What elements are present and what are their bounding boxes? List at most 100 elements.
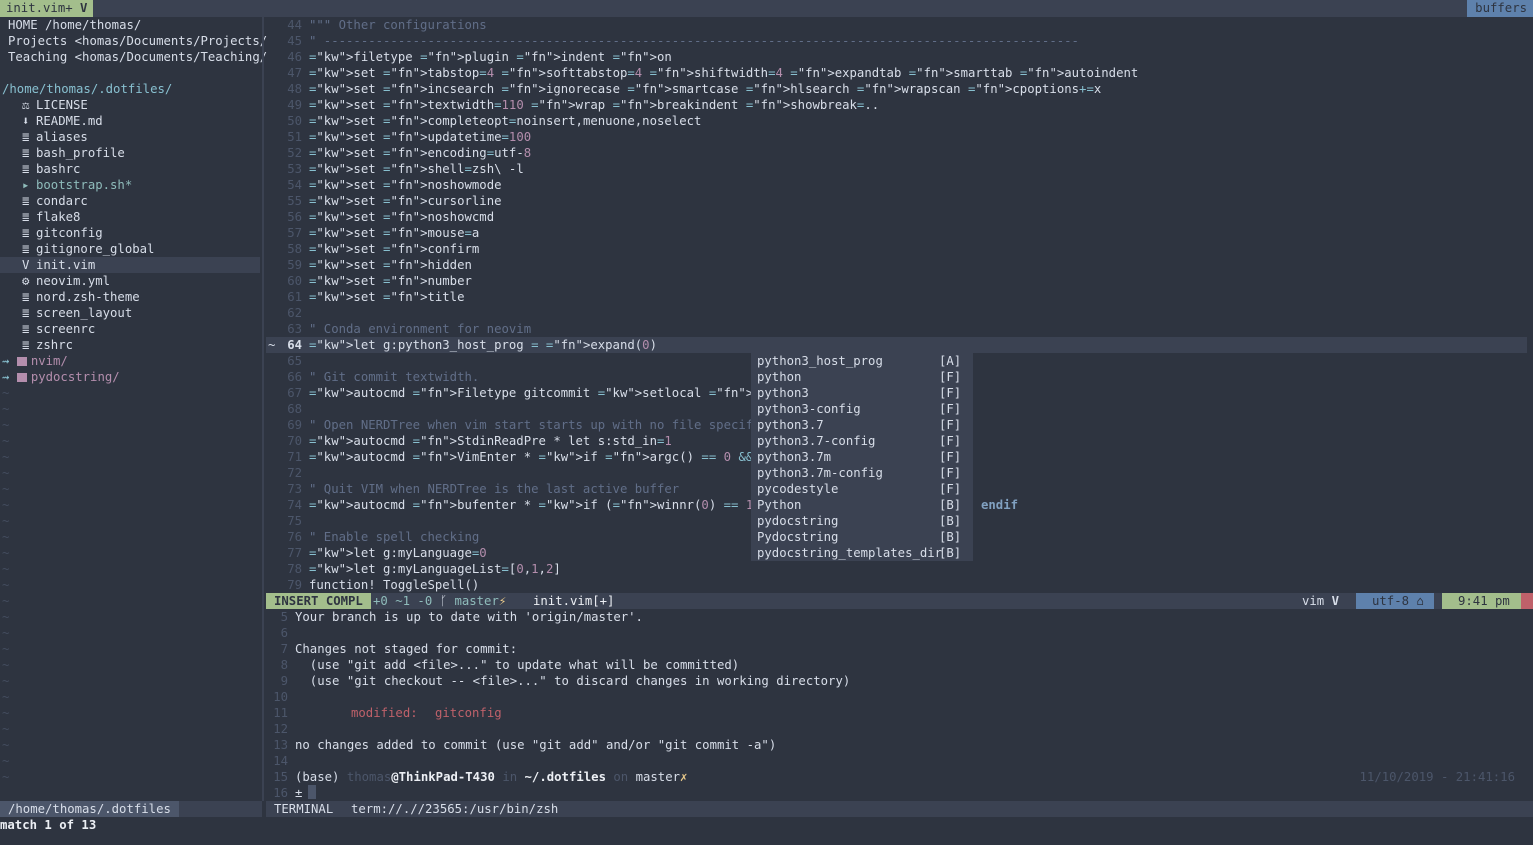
code-line[interactable]: 44 """ Other configurations [266, 17, 1527, 33]
tree-file[interactable]: ≣ bashrc [0, 161, 260, 177]
code-line[interactable]: 61 ="kw">set ="fn">title [266, 289, 1527, 305]
line-number: 71 [287, 450, 302, 464]
terminal-line: 15 (base) thomas@ThinkPad-T430 in ~/.dotf… [266, 769, 1527, 785]
code-line[interactable]: 58 ="kw">set ="fn">confirm [266, 241, 1527, 257]
completion-item[interactable]: python3_host_prog [A] [751, 353, 973, 369]
tree-file[interactable]: ≣ nord.zsh-theme [0, 289, 260, 305]
tree-dir[interactable]: ⇝ pydocstring/ [2, 369, 120, 385]
completion-item[interactable]: pydocstring_templates_dir [B] [751, 545, 973, 561]
code-line[interactable]: 50 ="kw">set ="fn">completeopt=noinsert,m… [266, 113, 1527, 129]
completion-item[interactable]: python3 [F] [751, 385, 973, 401]
code-line[interactable]: 49 ="kw">set ="fn">textwidth=110 ="fn">wr… [266, 97, 1527, 113]
completion-item[interactable]: python [F] [751, 369, 973, 385]
prompt-user: thomas [346, 770, 392, 784]
line-number: 51 [287, 130, 302, 144]
completion-item[interactable]: python3-config [F] [751, 401, 973, 417]
tree-file[interactable]: Vinit.vim [0, 257, 260, 273]
terminal-text: (use "git add <file>..." to update what … [295, 658, 740, 672]
bookmark-item[interactable]: HOME /home/thomas/ [8, 17, 141, 33]
completion-item[interactable]: python3.7-config [F] [751, 433, 973, 449]
completion-item[interactable]: Pydocstring [B] [751, 529, 973, 545]
terminal-path: term://.//23565:/usr/bin/zsh [351, 802, 559, 816]
tree-file[interactable]: ≣ flake8 [0, 209, 260, 225]
code-text: ="kw">set ="fn">incsearch ="fn">ignoreca… [309, 82, 1102, 96]
tree-file[interactable]: ≣ aliases [0, 129, 260, 145]
code-line[interactable]: 51 ="kw">set ="fn">updatetime=100 [266, 129, 1527, 145]
terminal-text: Changes not staged for commit: [295, 642, 518, 656]
line-number: 74 [287, 498, 302, 512]
code-line[interactable]: 63 " Conda environment for neovim [266, 321, 1527, 337]
bookmark-name: Teaching [8, 50, 68, 64]
completion-word: python [757, 370, 802, 384]
completion-kind: [A] [939, 354, 962, 368]
code-line[interactable]: 52 ="kw">set ="fn">encoding=utf-8 [266, 145, 1527, 161]
completion-kind: [F] [939, 450, 962, 464]
empty-line-tilde: ~ [2, 466, 10, 480]
code-line[interactable]: 47 ="kw">set ="fn">tabstop=4 ="fn">softta… [266, 65, 1527, 81]
code-line[interactable]: 53 ="kw">set ="fn">shell=zsh\ -l [266, 161, 1527, 177]
tree-root[interactable]: /home/thomas/.dotfiles/ [2, 81, 172, 97]
completion-item[interactable]: python3.7m [F] [751, 449, 973, 465]
buffers-label[interactable]: buffers [1467, 0, 1533, 17]
tree-file[interactable]: ▸ bootstrap.sh* [0, 177, 260, 193]
line-number: 61 [287, 290, 302, 304]
code-line[interactable]: 79 function! ToggleSpell() [266, 577, 1527, 593]
tree-file[interactable]: ≣ screen_layout [0, 305, 260, 321]
terminal-pane[interactable]: 5 Your branch is up to date with 'origin/… [266, 609, 1533, 801]
line-number: 47 [287, 66, 302, 80]
code-line[interactable]: 48 ="kw">set ="fn">incsearch ="fn">ignore… [266, 81, 1527, 97]
code-line[interactable]: 55 ="kw">set ="fn">cursorline [266, 193, 1527, 209]
terminal-statusline: TERMINAL term://.//23565:/usr/bin/zsh [266, 801, 1533, 817]
cmdline-message: match 1 of 13 [0, 818, 97, 832]
line-number: 49 [287, 98, 302, 112]
bookmark-item[interactable]: Projects <homas/Documents/Projects/ [8, 33, 267, 49]
empty-line-tilde: ~ [2, 690, 10, 704]
tree-file[interactable]: ≣ bash_profile [0, 145, 260, 161]
tree-file[interactable]: ≣ screenrc [0, 321, 260, 337]
completion-item[interactable]: python3.7 [F] [751, 417, 973, 433]
command-line[interactable]: match 1 of 13 [0, 817, 1533, 845]
tree-file[interactable]: ≣ zshrc [0, 337, 260, 353]
code-text: ="kw">set ="fn">mouse=a [309, 226, 480, 240]
markdown-icon: ⬇ [22, 114, 30, 128]
code-line[interactable]: 60 ="kw">set ="fn">number [266, 273, 1527, 289]
tree-file-name: bootstrap.sh* [36, 178, 133, 192]
empty-line-tilde: ~ [2, 674, 10, 688]
code-line[interactable]: 78 ="kw">let g:myLanguageList=[0,1,2] [266, 561, 1527, 577]
completion-item[interactable]: Python [B] [751, 497, 973, 513]
line-number: 60 [287, 274, 302, 288]
code-line[interactable]: 56 ="kw">set ="fn">noshowcmd [266, 209, 1527, 225]
code-line[interactable]: 57 ="kw">set ="fn">mouse=a [266, 225, 1527, 241]
terminal-line-number: 6 [280, 626, 288, 640]
tree-file[interactable]: ≣ gitconfig [0, 225, 260, 241]
tree-dir[interactable]: ⇝ nvim/ [2, 353, 68, 369]
tree-file[interactable]: ⚙ neovim.yml [0, 273, 260, 289]
completion-item[interactable]: python3.7m-config [F] [751, 465, 973, 481]
line-number: 59 [287, 258, 302, 272]
completion-kind: [B] [939, 514, 962, 528]
tree-file[interactable]: ⚖ LICENSE [0, 97, 260, 113]
tree-file[interactable]: ≣ condarc [0, 193, 260, 209]
code-line[interactable]: 46 ="kw">filetype ="fn">plugin ="fn">inde… [266, 49, 1527, 65]
tree-file[interactable]: ⬇ README.md [0, 113, 260, 129]
code-line[interactable]: 59 ="kw">set ="fn">hidden [266, 257, 1527, 273]
completion-word: pycodestyle [757, 482, 839, 496]
code-line[interactable]: 62 [266, 305, 1527, 321]
prompt-host: @ThinkPad-T430 [391, 770, 495, 784]
license-icon: ⚖ [22, 98, 30, 112]
code-line[interactable]: 45 " ------------------------------------… [266, 33, 1527, 49]
tree-file-name: init.vim [36, 258, 96, 272]
git-branch-icon: ᚴ [439, 594, 448, 608]
terminal-text: (use "git checkout -- <file>..." to disc… [295, 674, 851, 688]
tab-init-vim[interactable]: init.vim+ V [0, 0, 94, 17]
completion-item[interactable]: pydocstring [B] [751, 513, 973, 529]
code-line-current[interactable]: ~64 ="kw">let g:python3_host_prog = ="fn"… [266, 337, 1527, 353]
line-number: 68 [287, 402, 302, 416]
tree-file[interactable]: ≣ gitignore_global [0, 241, 260, 257]
filetype: vim V [1302, 594, 1340, 608]
completion-item[interactable]: pycodestyle [F] [751, 481, 973, 497]
tree-file-name: gitconfig [36, 226, 103, 240]
bookmark-item[interactable]: Teaching <homas/Documents/Teaching/ [8, 49, 267, 65]
code-line[interactable]: 54 ="kw">set ="fn">noshowmode [266, 177, 1527, 193]
file-icon: ≣ [22, 210, 30, 224]
